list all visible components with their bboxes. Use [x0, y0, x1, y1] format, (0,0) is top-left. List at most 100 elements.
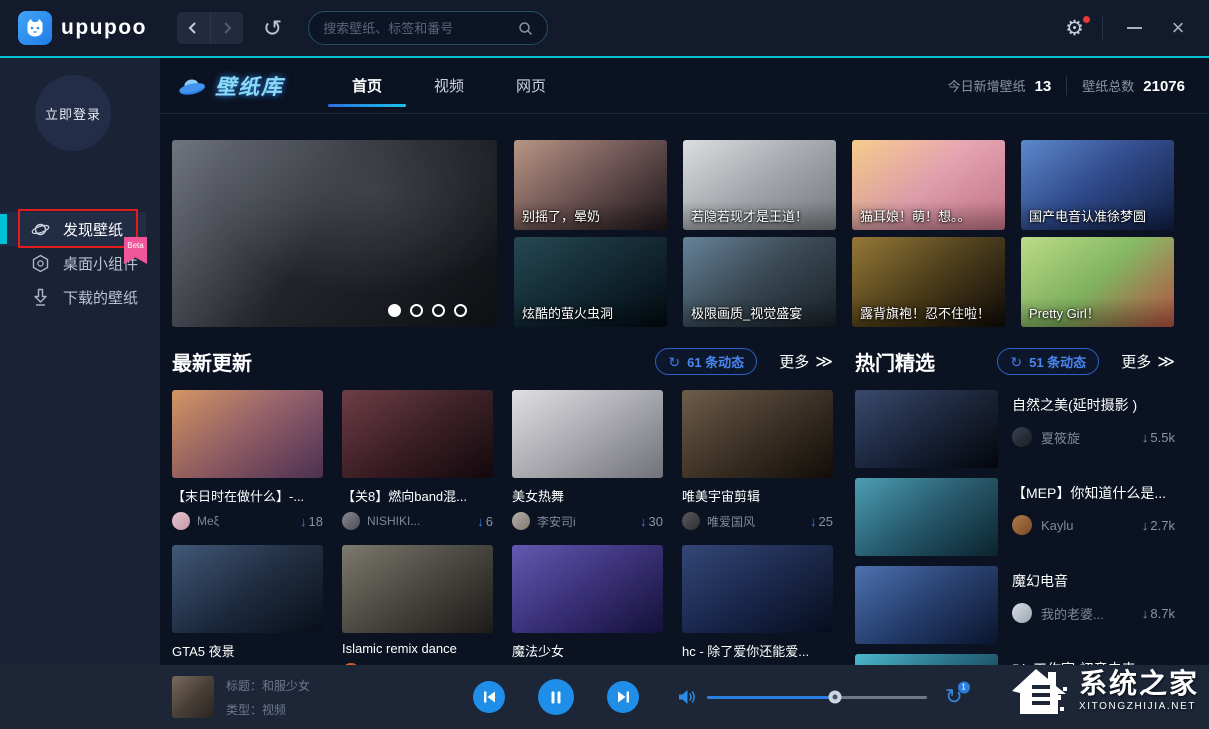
- content: 别摇了，晕奶 若隐若现才是王道！ 猫耳娘！萌！想。。 国产电音认准徐梦圆 炫酷的…: [160, 114, 1209, 665]
- main-panel: 壁纸库 首页视频网页 今日新增壁纸 13 壁纸总数 21076: [160, 58, 1209, 665]
- close-button[interactable]: ×: [1165, 15, 1191, 41]
- minimize-button[interactable]: [1121, 15, 1147, 41]
- avatar: [1012, 603, 1032, 623]
- wallpaper-card[interactable]: 美女热舞 李安司i ↓ 30: [512, 390, 663, 530]
- carousel-dot[interactable]: [432, 304, 445, 317]
- latest-more-link[interactable]: 更多 ≫: [779, 351, 833, 372]
- hot-header-actions: ↻ 51 条动态 更多 ≫: [997, 348, 1175, 375]
- card-title: GTA5 夜景: [172, 641, 323, 660]
- hot-pick-item[interactable]: Die工作室-初音未来 ↓: [855, 654, 1175, 665]
- card-title: 【关8】燃向band混...: [342, 486, 493, 505]
- hot-picks-list: 自然之美(延时摄影 ) 夏筱旋 ↓ 5.5k: [855, 390, 1175, 665]
- latest-header-actions: ↻ 61 条动态 更多 ≫: [655, 348, 833, 375]
- loop-mode-button[interactable]: ↻ 1: [945, 687, 963, 708]
- carousel-dot[interactable]: [454, 304, 467, 317]
- tile-caption: 别摇了，晕奶: [514, 201, 667, 230]
- tab[interactable]: 视频: [434, 58, 464, 113]
- stat-value: 13: [1035, 78, 1052, 95]
- avatar: [682, 512, 700, 530]
- refresh-button[interactable]: ↺: [263, 17, 282, 40]
- hot-title: 【MEP】你知道什么是...: [1012, 483, 1175, 503]
- carousel-dots: [388, 304, 467, 317]
- planet-icon: [30, 220, 50, 239]
- previous-button[interactable]: [473, 681, 505, 713]
- download-arrow-icon: ↓: [640, 514, 647, 529]
- sidebar-item-desktop-widgets[interactable]: 桌面小组件 Beta: [0, 246, 160, 280]
- pause-button[interactable]: [538, 679, 574, 715]
- featured-tile[interactable]: 别摇了，晕奶: [514, 140, 667, 230]
- tile-caption: 猫耳娘！萌！想。。: [852, 201, 1005, 230]
- hot-updates-count-button[interactable]: ↻ 51 条动态: [997, 348, 1099, 375]
- close-icon: ×: [1172, 17, 1185, 39]
- download-count: ↓ 18: [300, 514, 323, 529]
- chevron-left-icon: [186, 21, 200, 35]
- wallpaper-card[interactable]: 魔法少女 ゞ╂毛巾~ ↓ 75: [512, 545, 663, 665]
- tile-caption: Pretty Girl！: [1021, 298, 1174, 327]
- chevron-right-icon: [220, 21, 234, 35]
- sidebar-item-downloaded-wallpapers[interactable]: 下载的壁纸: [0, 280, 160, 314]
- card-title: 【末日时在做什么】-...: [172, 486, 323, 505]
- stat: 壁纸总数 21076: [1066, 76, 1185, 95]
- hot-pick-item[interactable]: 【MEP】你知道什么是... Kaylu ↓ 2.7k: [855, 478, 1175, 556]
- now-playing-thumbnail[interactable]: [172, 676, 214, 718]
- wallpaper-card[interactable]: 唯美宇宙剪辑 唯爱国风 ↓ 25: [682, 390, 833, 530]
- latest-updates-section: 最新更新 ↻ 61 条动态 更多 ≫: [172, 347, 833, 665]
- login-button[interactable]: 立即登录: [35, 75, 111, 151]
- double-chevron-icon: ≫: [1157, 352, 1175, 372]
- carousel-dot[interactable]: [388, 304, 401, 317]
- volume-knob[interactable]: [828, 691, 841, 704]
- hot-thumbnail: [855, 566, 998, 644]
- wallpaper-card[interactable]: hc - 除了爱你还能爱... 等不到天... ↓ 5: [682, 545, 833, 665]
- back-button[interactable]: [177, 12, 210, 44]
- wallpaper-card[interactable]: GTA5 夜景 张金金先森 ↓ 105: [172, 545, 323, 665]
- card-title: 唯美宇宙剪辑: [682, 486, 833, 505]
- hot-pick-item[interactable]: 自然之美(延时摄影 ) 夏筱旋 ↓ 5.5k: [855, 390, 1175, 468]
- body: 立即登录 发现壁纸 桌面小组件 Beta: [0, 58, 1209, 665]
- stat-label: 壁纸总数: [1082, 76, 1134, 95]
- pause-icon: [550, 691, 562, 704]
- download-count: ↓ 5.5k: [1142, 430, 1175, 445]
- app-name: upupoo: [61, 16, 147, 40]
- tab[interactable]: 网页: [516, 58, 546, 113]
- hot-info: Die工作室-初音未来 ↓: [1012, 654, 1175, 665]
- tile-caption: 炫酷的萤火虫洞: [514, 298, 667, 327]
- now-playing-title: 标题：和服少女: [226, 677, 310, 694]
- featured-tile[interactable]: 极限画质_视觉盛宴: [683, 237, 836, 327]
- wallpaper-card[interactable]: 【关8】燃向band混... NISHIKI... ↓ 6: [342, 390, 493, 530]
- card-meta: 唯爱国风 ↓ 25: [682, 512, 833, 530]
- next-button[interactable]: [607, 681, 639, 713]
- latest-updates-count-button[interactable]: ↻ 61 条动态: [655, 348, 757, 375]
- titlebar-right: ⚙ ×: [1065, 15, 1191, 41]
- previous-icon: [483, 691, 496, 703]
- hot-thumbnail: [855, 390, 998, 468]
- titlebar: upupoo ↺ ⚙ ×: [0, 0, 1209, 58]
- app-logo: upupoo: [18, 11, 147, 45]
- featured-tile[interactable]: Pretty Girl！: [1021, 237, 1174, 327]
- download-count-value: 25: [819, 514, 833, 529]
- volume-slider[interactable]: [707, 696, 927, 699]
- featured-tile[interactable]: 炫酷的萤火虫洞: [514, 237, 667, 327]
- carousel-dot[interactable]: [410, 304, 423, 317]
- search-input[interactable]: [323, 21, 510, 36]
- tab[interactable]: 首页: [352, 58, 382, 113]
- featured-tile[interactable]: 国产电音认准徐梦圆: [1021, 140, 1174, 230]
- wallpaper-card[interactable]: Islamic remix dance 杜sir ↓ 5: [342, 545, 493, 665]
- hot-info: 【MEP】你知道什么是... Kaylu ↓ 2.7k: [1012, 478, 1175, 556]
- sidebar-item-label: 下载的壁纸: [63, 287, 138, 308]
- section-title: 热门精选: [855, 347, 935, 376]
- settings-button[interactable]: ⚙: [1065, 18, 1084, 39]
- hot-more-link[interactable]: 更多 ≫: [1121, 351, 1175, 372]
- featured-tile[interactable]: 若隐若现才是王道！: [683, 140, 836, 230]
- tab-label: 网页: [516, 75, 546, 96]
- hot-pick-item[interactable]: 魔幻电音 我的老婆... ↓ 8.7k: [855, 566, 1175, 644]
- featured-tile[interactable]: 露背旗袍！忍不住啦！: [852, 237, 1005, 327]
- search-box[interactable]: [308, 11, 548, 45]
- wallpaper-card[interactable]: 【末日时在做什么】-... Meξ ↓ 18: [172, 390, 323, 530]
- featured-tile[interactable]: 猫耳娘！萌！想。。: [852, 140, 1005, 230]
- carousel-hero-image[interactable]: [172, 140, 497, 327]
- featured-carousel: 别摇了，晕奶 若隐若现才是王道！ 猫耳娘！萌！想。。 国产电音认准徐梦圆 炫酷的…: [172, 140, 1185, 327]
- card-title: 魔法少女: [512, 641, 663, 660]
- forward-button[interactable]: [210, 12, 243, 44]
- author-name: 我的老婆...: [1041, 604, 1142, 623]
- speaker-icon[interactable]: [678, 689, 697, 705]
